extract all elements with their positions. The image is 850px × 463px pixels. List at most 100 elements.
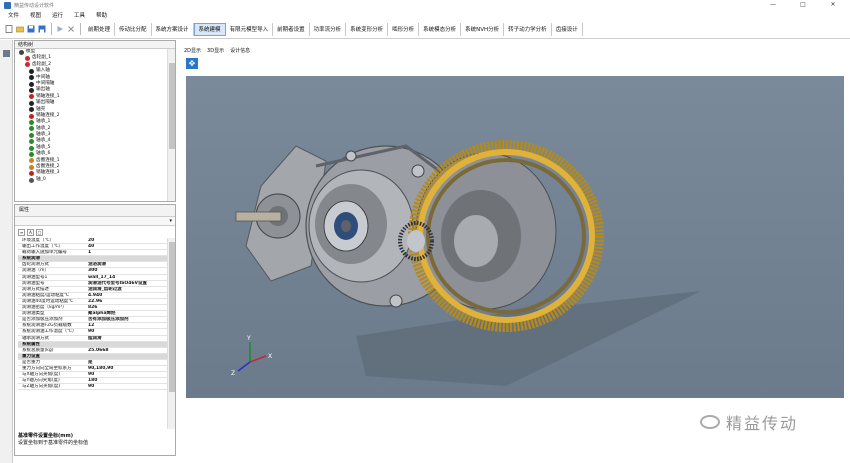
tab-modal-analysis[interactable]: 系统模态分析 bbox=[419, 22, 462, 36]
property-key: 输出工作温度（℃） bbox=[22, 244, 64, 250]
property-value[interactable]: 180 bbox=[86, 378, 169, 383]
tab-fem-import[interactable]: 有限元模型导入 bbox=[226, 22, 274, 36]
tab-mesh-analysis[interactable]: 啮形分析 bbox=[388, 22, 420, 36]
structure-panel-title: 结构树 bbox=[15, 41, 175, 49]
close-button[interactable]: ✕ bbox=[822, 0, 844, 10]
menu-tools[interactable]: 工具 bbox=[74, 11, 85, 19]
property-value[interactable]: 40 bbox=[86, 244, 169, 249]
tree-node-icon bbox=[29, 158, 34, 164]
property-value[interactable]: 聚alpha烯烃 bbox=[86, 311, 169, 316]
property-value[interactable]: 油浴润滑 bbox=[86, 262, 169, 267]
tree-node-icon bbox=[29, 75, 34, 81]
new-file-icon[interactable] bbox=[4, 25, 13, 34]
tab-system-modeling[interactable]: 系统建模 bbox=[193, 22, 226, 36]
fit-view-icon[interactable]: ✥ bbox=[186, 58, 198, 69]
property-key: 系统润滑 bbox=[22, 256, 40, 262]
tab-system-scheme[interactable]: 系统方案设计 bbox=[152, 22, 194, 36]
tree-node-icon bbox=[29, 81, 34, 87]
structure-tree: 模型 齿轮副_1 齿轮副_2 输入轴 中间轴 中间隔轴 输出轴 销轴连接_1 输出隔轴 轴壳 销轴连… bbox=[15, 49, 167, 201]
property-key: 与X轴方向夹角(度) bbox=[22, 372, 61, 378]
property-value[interactable] bbox=[86, 342, 169, 347]
tab-preprocess[interactable]: 前期处理 bbox=[84, 22, 116, 36]
save-icon[interactable] bbox=[26, 25, 35, 34]
property-row[interactable]: 与Z轴方向夹角(度) 90 bbox=[18, 384, 169, 391]
property-key: 轴承润滑方式 bbox=[22, 335, 49, 341]
property-value[interactable]: 20 bbox=[86, 238, 169, 243]
dock-pin-icon[interactable] bbox=[3, 50, 10, 57]
properties-panel: 属性 ▾ ≡ A □ 环境温度（℃） 20 输出工作温度（℃） 40 载荷输入施加单元编… bbox=[14, 204, 176, 456]
property-value[interactable]: 826 bbox=[86, 305, 169, 310]
tab-gear-design[interactable]: 齿接设计 bbox=[552, 22, 583, 36]
tab-2d-view[interactable]: 2D显示 bbox=[184, 47, 201, 55]
maximize-button[interactable]: □ bbox=[792, 0, 814, 10]
tree-item[interactable]: 轴_0 bbox=[15, 177, 167, 183]
property-key: 与Y轴方向夹角(度) bbox=[22, 378, 60, 384]
property-key: 载荷输入施加单元编号 bbox=[22, 250, 67, 256]
tab-nvh-analysis[interactable]: 系统NVH分析 bbox=[461, 22, 505, 36]
property-value[interactable]: 是 bbox=[86, 360, 169, 365]
menu-help[interactable]: 帮助 bbox=[96, 11, 107, 19]
tab-power-flow[interactable]: 功率流分析 bbox=[310, 22, 347, 36]
property-key: 环境温度（℃） bbox=[22, 238, 55, 243]
property-value[interactable]: 300 bbox=[86, 268, 169, 273]
tab-pre-settings[interactable]: 前期者设置 bbox=[273, 22, 310, 36]
property-value[interactable]: 25.0668 bbox=[86, 348, 169, 353]
tree-scroll-thumb[interactable] bbox=[169, 63, 175, 149]
minimize-button[interactable]: — bbox=[762, 0, 784, 10]
property-value[interactable]: wall_17_14 bbox=[86, 275, 169, 280]
open-folder-icon[interactable] bbox=[15, 25, 24, 34]
tree-node-icon bbox=[29, 68, 34, 74]
property-key: 是否重力 bbox=[22, 359, 40, 365]
toolbar-divider bbox=[51, 23, 52, 35]
tree-node-icon bbox=[29, 88, 34, 94]
sort-alpha-icon[interactable]: A bbox=[27, 228, 34, 236]
tab-rotor-dynamics[interactable]: 转子动力学分析 bbox=[504, 22, 552, 36]
property-key: 润滑油类型 bbox=[22, 311, 45, 317]
menu-view[interactable]: 视图 bbox=[30, 11, 41, 19]
property-value[interactable]: 90 bbox=[86, 372, 169, 377]
window-title: 精益传动设计软件 bbox=[14, 2, 55, 9]
stop-icon[interactable] bbox=[66, 25, 75, 34]
properties-toolbar: ≡ A □ bbox=[15, 227, 175, 237]
property-pages-icon[interactable]: □ bbox=[36, 228, 43, 236]
menu-run[interactable]: 运行 bbox=[52, 11, 63, 19]
property-value[interactable] bbox=[86, 256, 169, 261]
3d-viewport[interactable]: Y X Z bbox=[186, 76, 844, 398]
property-value[interactable]: 油润滑_齿轮过渡 bbox=[86, 287, 169, 292]
sort-category-icon[interactable]: ≡ bbox=[18, 228, 25, 236]
menu-file[interactable]: 文件 bbox=[8, 11, 19, 19]
property-value[interactable]: 脂润滑 bbox=[86, 336, 169, 341]
tab-ratio-allocation[interactable]: 传动比分配 bbox=[115, 22, 152, 36]
property-scrollbar[interactable] bbox=[167, 238, 175, 429]
property-key: 润滑油密度（kg/m³） bbox=[22, 305, 67, 311]
property-value[interactable]: 22.96 bbox=[86, 299, 169, 304]
save-as-icon[interactable] bbox=[37, 25, 46, 34]
run-icon[interactable] bbox=[55, 25, 64, 34]
viewport-tabs: 2D显示 3D显示 设计信息 bbox=[184, 47, 256, 55]
tab-3d-view[interactable]: 3D显示 bbox=[207, 47, 224, 55]
property-key: 润滑油粘度/运动粘度℃ bbox=[22, 292, 70, 298]
tree-scrollbar[interactable] bbox=[167, 49, 175, 201]
tree-node-icon bbox=[29, 119, 34, 125]
gearbox-model: Y X Z bbox=[231, 140, 701, 386]
property-value[interactable]: 12 bbox=[86, 323, 169, 328]
tree-node-icon bbox=[29, 151, 34, 157]
property-value[interactable]: 90,180,90 bbox=[86, 366, 169, 371]
tree-node-icon bbox=[29, 113, 34, 119]
property-key: 齿轮润滑方式 bbox=[22, 262, 49, 268]
property-scroll-thumb[interactable] bbox=[169, 242, 175, 392]
property-value[interactable]: 90 bbox=[86, 384, 169, 389]
tab-deformation[interactable]: 系统变形分析 bbox=[346, 22, 389, 36]
tree-node-icon bbox=[29, 177, 34, 183]
property-value[interactable]: 润滑油代号型号ISO46V设置 bbox=[86, 281, 169, 286]
property-value[interactable]: 1 bbox=[86, 250, 169, 255]
properties-dropdown[interactable]: ▾ bbox=[15, 216, 175, 226]
tree-node-icon bbox=[29, 107, 34, 113]
property-value[interactable] bbox=[86, 354, 169, 359]
property-value[interactable]: 90 bbox=[86, 329, 169, 334]
property-value[interactable]: 否有添加极压添加剂 bbox=[86, 317, 169, 322]
tab-design-info[interactable]: 设计信息 bbox=[230, 47, 250, 55]
tree-node-icon bbox=[29, 94, 34, 100]
property-value[interactable]: 4.940 bbox=[86, 293, 169, 298]
wechat-icon bbox=[700, 415, 720, 429]
